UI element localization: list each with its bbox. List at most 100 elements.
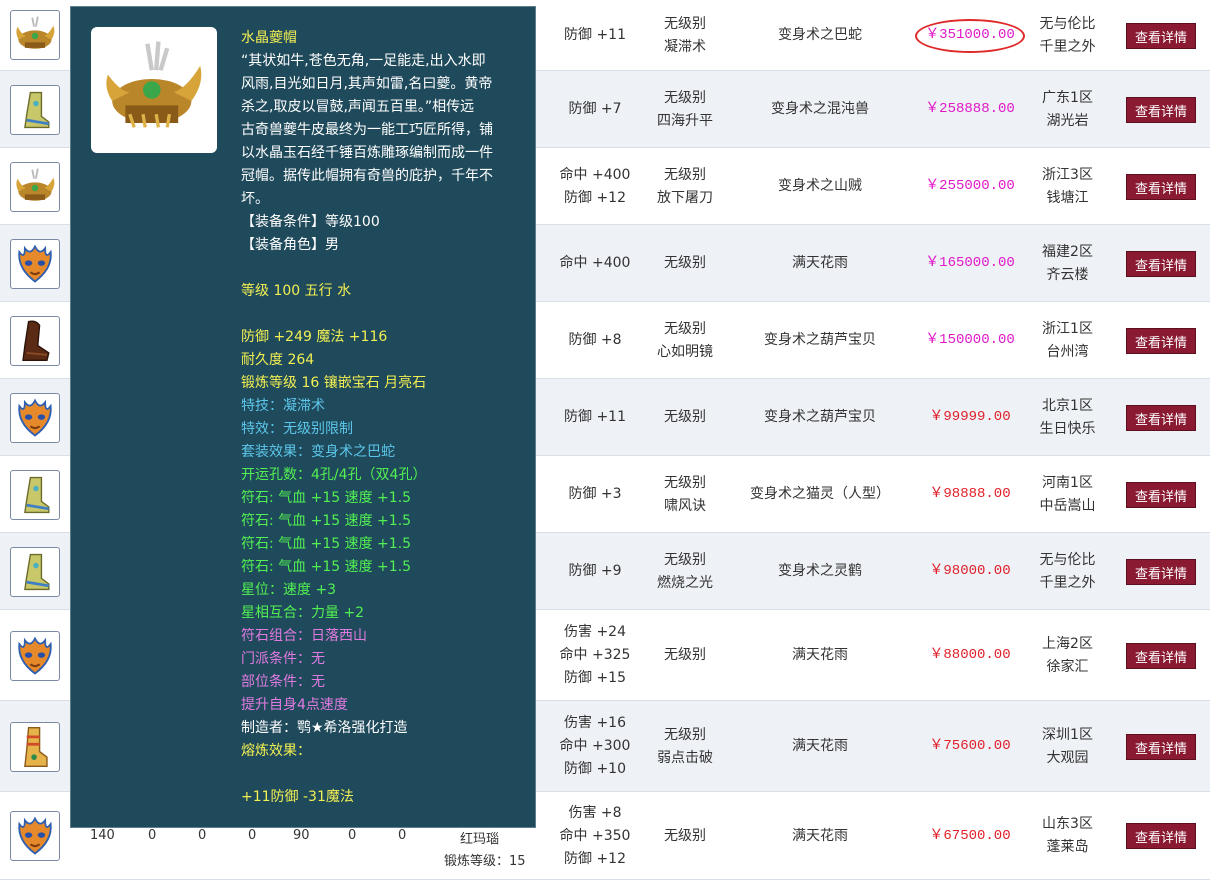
skill-line: 无级别 [664, 474, 706, 491]
view-detail-button[interactable]: 查看详情 [1126, 482, 1196, 508]
set-effect-label: 变身术之灵鹤 [778, 563, 862, 579]
mask-icon[interactable] [10, 393, 60, 443]
boots-icon[interactable] [10, 85, 60, 135]
mask-icon[interactable] [10, 239, 60, 289]
server-line: 无与伦比 [1039, 551, 1096, 568]
mask-icon[interactable] [10, 811, 60, 861]
server-info: 浙江1区 台州湾 [1030, 302, 1105, 379]
tooltip-line [241, 763, 521, 786]
item-skill: 无级别 放下屠刀 [640, 148, 730, 225]
item-skill: 无级别 心如明镜 [640, 302, 730, 379]
tooltip-line: 水晶夔帽 [241, 30, 297, 46]
attribute-line: 防御 +11 [564, 27, 626, 43]
set-effect: 变身术之灵鹤 [730, 533, 910, 610]
tooltip-line: 符石: 气血 +15 速度 +1.5 [241, 490, 412, 506]
price-cell: ￥258888.00 [910, 71, 1030, 148]
set-effect-label: 变身术之葫芦宝贝 [764, 409, 876, 425]
stat-3: 0 [198, 828, 207, 843]
set-effect: 满天花雨 [730, 701, 910, 792]
skill-line: 无级别 [664, 647, 706, 663]
attribute-line: 防御 +8 [568, 332, 622, 348]
view-detail-button[interactable]: 查看详情 [1126, 643, 1196, 669]
skill-line: 弱点击破 [657, 749, 713, 766]
boots-icon[interactable] [10, 547, 60, 597]
gem-name: 红玛瑙 [460, 832, 500, 847]
price-value: ￥98888.00 [929, 486, 1011, 502]
item-attributes: 防御 +3 [545, 456, 645, 533]
view-detail-button[interactable]: 查看详情 [1126, 251, 1196, 277]
attribute-line: 防御 +11 [564, 409, 626, 425]
view-detail-button[interactable]: 查看详情 [1126, 23, 1196, 49]
view-detail-button[interactable]: 查看详情 [1126, 559, 1196, 585]
server-line: 湖光岩 [1046, 112, 1089, 129]
view-detail-button[interactable]: 查看详情 [1126, 823, 1196, 849]
partial-row-stats: 140 0 0 0 90 0 0 红玛瑙 锻炼等级：15 [60, 826, 540, 880]
skill-line: 无级别 [664, 320, 706, 337]
view-detail-button[interactable]: 查看详情 [1126, 734, 1196, 760]
skill-line: 无级别 [664, 827, 706, 844]
view-detail-button[interactable]: 查看详情 [1126, 328, 1196, 354]
view-detail-button[interactable]: 查看详情 [1126, 97, 1196, 123]
boots-icon[interactable] [10, 470, 60, 520]
tooltip-line: 【装备条件】等级100 [241, 214, 380, 230]
item-attributes: 防御 +9 [545, 533, 645, 610]
server-info: 深圳1区 大观园 [1030, 701, 1105, 792]
set-effect-label: 满天花雨 [792, 827, 848, 844]
item-skill: 无级别 啸风诀 [640, 456, 730, 533]
tooltip-line: 防御 +249 魔法 +116 [241, 329, 388, 345]
item-attributes: 防御 +11 [545, 379, 645, 456]
tooltip-line: 符石组合：日落西山 [241, 628, 367, 644]
attribute-line: 伤害 +24 [564, 624, 626, 640]
server-info: 河南1区 中岳嵩山 [1030, 456, 1105, 533]
item-attributes: 命中 +400 [545, 225, 645, 302]
tooltip-line: 熔炼效果： [241, 743, 311, 759]
tooltip-line: 特技：凝滞术 [241, 398, 325, 414]
server-line: 河南1区 [1042, 474, 1093, 491]
view-detail-button[interactable]: 查看详情 [1126, 405, 1196, 431]
price-value: ￥165000.00 [925, 255, 1015, 271]
server-line: 千里之外 [1039, 38, 1096, 55]
price-cell: ￥150000.00 [910, 302, 1030, 379]
tooltip-line: 制造者：鹗★希洛强化打造 [241, 720, 408, 736]
server-info: 浙江3区钱塘江 [1030, 148, 1105, 225]
dark-boots-icon[interactable] [10, 316, 60, 366]
tooltip-line: 符石: 气血 +15 速度 +1.5 [241, 559, 412, 575]
price-value: ￥98000.00 [929, 563, 1011, 579]
set-effect: 变身术之葫芦宝贝 [730, 379, 910, 456]
attribute-line: 命中 +400 [559, 166, 631, 183]
tooltip-line: 星位：速度 +3 [241, 582, 337, 598]
mask-icon[interactable] [10, 631, 60, 681]
skill-line: 无级别 [664, 551, 706, 568]
tooltip-line: 开运孔数：4孔/4孔（双4孔） [241, 467, 427, 483]
view-detail-button[interactable]: 查看详情 [1126, 174, 1196, 200]
skill-line: 无级别 [664, 409, 706, 425]
set-effect: 变身术之巴蛇 [730, 0, 910, 71]
skill-line: 四海升平 [657, 112, 713, 129]
item-large-image [91, 27, 217, 153]
attribute-line: 防御 +3 [568, 486, 622, 502]
server-line: 浙江3区 [1042, 166, 1093, 183]
set-effect: 变身术之混沌兽 [730, 71, 910, 148]
tooltip-line: 提升自身4点速度 [241, 697, 348, 713]
attribute-line: 命中 +325 [559, 647, 631, 663]
helmet-icon[interactable] [10, 10, 60, 60]
item-attributes: 伤害 +8 命中 +350 防御 +12 [545, 792, 645, 880]
item-skill: 无级别 [640, 610, 730, 701]
tooltip-line: 古奇兽夔牛皮最终为一能工巧匠所得，铺 [241, 122, 493, 138]
skill-line: 放下屠刀 [657, 189, 713, 206]
item-attributes: 伤害 +16 命中 +300 防御 +10 [545, 701, 645, 792]
price-cell: ￥165000.00 [910, 225, 1030, 302]
tooltip-line: 冠帽。据传此帽拥有奇兽的庇护，千年不 [241, 168, 493, 184]
server-line: 台州湾 [1046, 343, 1089, 360]
item-skill: 无级别 [640, 379, 730, 456]
helmet-icon[interactable] [10, 162, 60, 212]
item-description: 水晶夔帽 “其状如牛,苍色无角,一足能走,出入水即 风雨,目光如日月,其声如雷,名曰… [241, 27, 521, 809]
set-effect: 变身术之葫芦宝贝 [730, 302, 910, 379]
gold-boots-icon[interactable] [10, 722, 60, 772]
server-info: 北京1区 生日快乐 [1030, 379, 1105, 456]
skill-line: 心如明镜 [657, 343, 713, 360]
price-cell: ￥351000.00 [910, 0, 1030, 71]
price-highlight-circle [915, 19, 1025, 53]
item-attributes: 防御 +7 [545, 71, 645, 148]
server-line: 钱塘江 [1046, 189, 1089, 206]
